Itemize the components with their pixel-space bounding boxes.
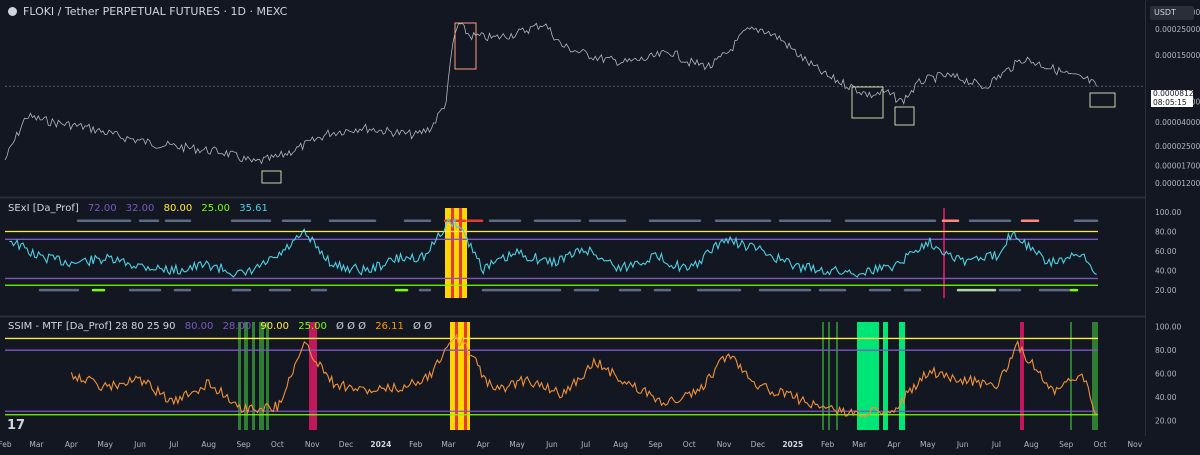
time-axis-label: Nov xyxy=(305,440,320,449)
time-axis-label: Aug xyxy=(613,440,628,449)
ssim-tick-label: 20.00 xyxy=(1155,417,1177,426)
time-axis-label: Mar xyxy=(29,440,44,449)
time-axis-label: Feb xyxy=(821,440,835,449)
sexi-value-0: 72.00 xyxy=(87,203,117,214)
ssim-value-6: Ø Ø xyxy=(413,321,432,332)
time-axis-label: Jul xyxy=(168,440,178,449)
sexi-title: SExI [Da_Prof] xyxy=(8,203,79,214)
time-axis-label: Aug xyxy=(1024,440,1039,449)
time-axis-label: Nov xyxy=(1128,440,1143,449)
time-axis-label: May xyxy=(920,440,936,449)
time-axis-label: Oct xyxy=(271,440,284,449)
ssim-tick-label: 40.00 xyxy=(1155,393,1177,402)
ssim-value-0: 80.00 xyxy=(184,321,214,332)
time-axis-label: Jul xyxy=(991,440,1001,449)
ssim-line xyxy=(70,333,1097,418)
time-axis-label: Mar xyxy=(852,440,867,449)
price-highlight-box xyxy=(1089,92,1116,108)
time-axis-label: Oct xyxy=(683,440,696,449)
price-tick-label: 0.00004000 xyxy=(1155,118,1200,127)
time-axis-label: Feb xyxy=(409,440,423,449)
ssim-value-1: 28.00 xyxy=(222,321,252,332)
time-axis-label: May xyxy=(509,440,525,449)
price-tick-label: 0.00001200 xyxy=(1155,179,1200,188)
tradingview-logo-icon[interactable]: 17 xyxy=(7,418,25,433)
sexi-value-1: 32.00 xyxy=(125,203,155,214)
chart-canvas[interactable]: 0.000350000.000250000.000150000.00006000… xyxy=(0,0,1200,455)
ssim-value-5: 26.11 xyxy=(375,321,404,332)
ssim-tick-label: 80.00 xyxy=(1155,346,1177,355)
price-tick-label: 0.00015000 xyxy=(1155,51,1200,60)
time-axis-label: Apr xyxy=(477,440,491,449)
price-highlight-box xyxy=(894,106,915,126)
sexi-value-4: 35.61 xyxy=(239,203,268,214)
time-axis-label: Sep xyxy=(237,440,251,449)
time-axis-label: Apr xyxy=(888,440,902,449)
symbol-title: FLOKI / Tether PERPETUAL FUTURES · 1D · … xyxy=(23,5,288,18)
sexi-legend: SExI [Da_Prof] 72.00 32.00 80.00 25.00 3… xyxy=(8,203,274,214)
sexi-tick-label: 20.00 xyxy=(1155,286,1177,295)
time-axis-label: Mar xyxy=(441,440,456,449)
sexi-value-2: 80.00 xyxy=(163,203,193,214)
time-axis-label: Jun xyxy=(545,440,558,449)
time-axis-label: Jul xyxy=(580,440,590,449)
symbol-title-bar: FLOKI / Tether PERPETUAL FUTURES · 1D · … xyxy=(8,5,293,18)
price-line xyxy=(4,22,1097,165)
time-axis-label: Oct xyxy=(1094,440,1107,449)
price-tick-label: 0.00001700 xyxy=(1155,162,1200,171)
time-axis-label: Jun xyxy=(956,440,969,449)
bar-countdown: 08:05:15 xyxy=(1153,97,1187,107)
ssim-value-3: 25.00 xyxy=(298,321,327,332)
price-tick-label: 0.00025000 xyxy=(1155,25,1200,34)
sexi-value-3: 25.00 xyxy=(201,203,231,214)
sexi-tick-label: 40.00 xyxy=(1155,267,1177,276)
floki-logo-icon xyxy=(8,7,17,16)
time-axis-label: Aug xyxy=(201,440,216,449)
time-axis-label: Dec xyxy=(339,440,354,449)
ssim-tick-label: 60.00 xyxy=(1155,370,1177,379)
time-axis-label: Dec xyxy=(751,440,766,449)
ssim-tick-label: 100.00 xyxy=(1155,323,1181,332)
ssim-title: SSIM - MTF [Da_Prof] 28 80 25 90 xyxy=(8,321,176,332)
ssim-legend: SSIM - MTF [Da_Prof] 28 80 25 90 80.00 2… xyxy=(8,321,438,332)
time-axis-label: Feb xyxy=(0,440,12,449)
sexi-tick-label: 100.00 xyxy=(1155,208,1181,217)
last-price-tag: 0.00008129 08:05:15 xyxy=(1151,89,1198,107)
time-axis-label: Apr xyxy=(65,440,79,449)
sexi-tick-label: 80.00 xyxy=(1155,227,1177,236)
price-highlight-box xyxy=(261,170,282,184)
time-axis-label: 2025 xyxy=(782,440,803,449)
time-axis-label: Jun xyxy=(133,440,146,449)
price-tick-label: 0.00002500 xyxy=(1155,142,1200,151)
sexi-tick-label: 60.00 xyxy=(1155,247,1177,256)
time-axis-label: Sep xyxy=(648,440,662,449)
ssim-value-2: 90.00 xyxy=(260,321,290,332)
time-axis-label: Nov xyxy=(717,440,732,449)
time-axis-label: Sep xyxy=(1059,440,1073,449)
sexi-line xyxy=(9,217,1097,278)
ssim-value-4: Ø Ø Ø xyxy=(336,321,367,332)
time-axis-label: 2024 xyxy=(370,440,391,449)
currency-button[interactable]: USDT xyxy=(1150,6,1194,20)
time-axis-label: May xyxy=(97,440,113,449)
